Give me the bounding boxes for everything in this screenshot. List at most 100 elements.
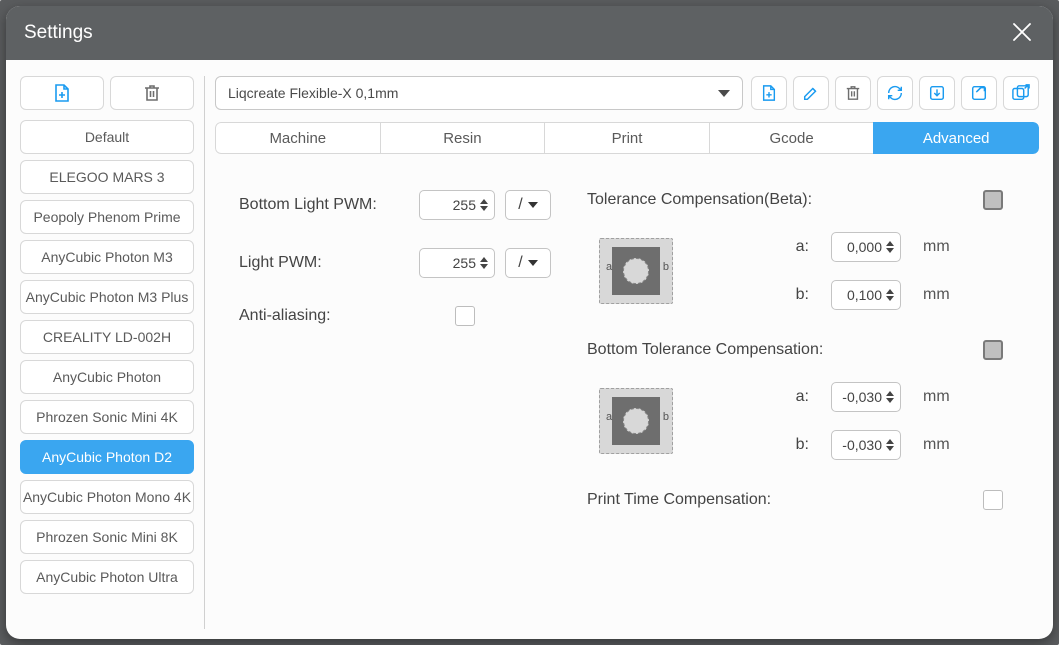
bottom-tolerance-comp-label: Bottom Tolerance Compensation:	[587, 341, 823, 359]
printer-item-peopoly-phenom-prime[interactable]: Peopoly Phenom Prime	[20, 200, 194, 234]
anti-aliasing-label: Anti-aliasing:	[239, 307, 409, 325]
print-time-comp-checkbox[interactable]	[983, 490, 1003, 510]
export-all-button[interactable]	[1003, 76, 1039, 110]
tab-resin[interactable]: Resin	[380, 122, 546, 154]
tol-a-spinner[interactable]: 0,000	[831, 232, 901, 262]
btol-a-spinner[interactable]: -0,030	[831, 382, 901, 412]
tolerance-diagram: ab	[599, 238, 673, 304]
trash-icon	[845, 84, 861, 102]
btol-a-value: -0,030	[832, 389, 886, 405]
body: Default ELEGOO MARS 3 Peopoly Phenom Pri…	[6, 60, 1053, 639]
import-profile-button[interactable]	[919, 76, 955, 110]
arrow-down-icon[interactable]	[480, 264, 488, 269]
trash-icon	[143, 83, 161, 103]
vertical-divider	[204, 76, 205, 629]
window-title: Settings	[24, 22, 93, 44]
arrow-up-icon[interactable]	[886, 289, 894, 294]
title-bar: Settings	[6, 6, 1053, 60]
btol-a-row: a: -0,030 mm	[699, 382, 953, 412]
arrow-up-icon[interactable]	[480, 257, 488, 262]
printer-item-anycubic-photon-ultra[interactable]: AnyCubic Photon Ultra	[20, 560, 194, 594]
printer-item-default[interactable]: Default	[20, 120, 194, 154]
printer-item-anycubic-photon-m3-plus[interactable]: AnyCubic Photon M3 Plus	[20, 280, 194, 314]
tol-a-row: a: 0,000 mm	[699, 232, 953, 262]
bottom-tolerance-comp-header: Bottom Tolerance Compensation:	[587, 340, 1021, 360]
chevron-down-icon	[528, 202, 538, 208]
printer-item-anycubic-photon-mono-4k[interactable]: AnyCubic Photon Mono 4K	[20, 480, 194, 514]
printer-item-phrozen-sonic-mini-4k[interactable]: Phrozen Sonic Mini 4K	[20, 400, 194, 434]
sidebar-action-row	[20, 76, 194, 110]
arrow-down-icon[interactable]	[480, 206, 488, 211]
add-profile-button[interactable]	[751, 76, 787, 110]
close-button[interactable]	[1011, 21, 1035, 45]
printer-item-phrozen-sonic-mini-8k[interactable]: Phrozen Sonic Mini 8K	[20, 520, 194, 554]
bottom-light-pwm-value: 255	[420, 197, 480, 213]
sidebar: Default ELEGOO MARS 3 Peopoly Phenom Pri…	[20, 76, 194, 629]
bottom-light-pwm-spinner[interactable]: 255	[419, 190, 495, 220]
pwm-unit-select[interactable]: /	[505, 248, 551, 278]
arrow-down-icon[interactable]	[886, 296, 894, 301]
btol-b-spinner[interactable]: -0,030	[831, 430, 901, 460]
refresh-icon	[886, 84, 904, 102]
printer-item-anycubic-photon[interactable]: AnyCubic Photon	[20, 360, 194, 394]
profile-row: Liqcreate Flexible-X 0,1mm	[215, 76, 1039, 110]
edit-profile-button[interactable]	[793, 76, 829, 110]
light-pwm-spinner[interactable]: 255	[419, 248, 495, 278]
tab-gcode[interactable]: Gcode	[709, 122, 875, 154]
bottom-tolerance-diagram: ab	[599, 388, 673, 454]
settings-window: Settings Default ELEGOO MARS 3 P	[6, 6, 1053, 639]
tab-advanced[interactable]: Advanced	[873, 122, 1039, 154]
unit-mm-label: mm	[923, 388, 953, 406]
refresh-profile-button[interactable]	[877, 76, 913, 110]
tab-print[interactable]: Print	[544, 122, 710, 154]
slash-label: /	[518, 196, 522, 214]
tol-a-label: a:	[699, 238, 809, 256]
add-printer-button[interactable]	[20, 76, 104, 110]
profile-selected-label: Liqcreate Flexible-X 0,1mm	[228, 85, 398, 101]
bottom-pwm-unit-select[interactable]: /	[505, 190, 551, 220]
tab-machine[interactable]: Machine	[215, 122, 381, 154]
light-pwm-value: 255	[420, 255, 480, 271]
printer-item-anycubic-photon-m3[interactable]: AnyCubic Photon M3	[20, 240, 194, 274]
delete-printer-button[interactable]	[110, 76, 194, 110]
bottom-tolerance-comp-checkbox[interactable]	[983, 340, 1003, 360]
btol-b-row: b: -0,030 mm	[699, 430, 953, 460]
bottom-tolerance-ab-block: ab a: -0,030 mm	[587, 382, 1021, 460]
unit-mm-label: mm	[923, 238, 953, 256]
arrow-up-icon[interactable]	[886, 439, 894, 444]
tol-b-row: b: 0,100 mm	[699, 280, 953, 310]
light-pwm-label: Light PWM:	[239, 254, 409, 272]
printer-item-creality-ld-002h[interactable]: CREALITY LD-002H	[20, 320, 194, 354]
profile-select[interactable]: Liqcreate Flexible-X 0,1mm	[215, 76, 743, 110]
tol-b-spinner[interactable]: 0,100	[831, 280, 901, 310]
btol-b-label: b:	[699, 436, 809, 454]
file-plus-icon	[761, 84, 777, 102]
arrow-down-icon[interactable]	[886, 446, 894, 451]
printer-item-anycubic-photon-d2[interactable]: AnyCubic Photon D2	[20, 440, 194, 474]
import-icon	[928, 84, 946, 102]
arrow-up-icon[interactable]	[480, 199, 488, 204]
slash-label: /	[518, 254, 522, 272]
btol-a-label: a:	[699, 388, 809, 406]
delete-profile-button[interactable]	[835, 76, 871, 110]
tol-a-value: 0,000	[832, 239, 886, 255]
btol-b-value: -0,030	[832, 437, 886, 453]
close-icon	[1011, 21, 1033, 43]
printer-list: Default ELEGOO MARS 3 Peopoly Phenom Pri…	[20, 120, 194, 594]
arrow-down-icon[interactable]	[886, 398, 894, 403]
tabs: Machine Resin Print Gcode Advanced	[215, 122, 1039, 154]
right-column: Tolerance Compensation(Beta): ab	[587, 190, 1021, 510]
printer-item-elegoo-mars-3[interactable]: ELEGOO MARS 3	[20, 160, 194, 194]
file-plus-icon	[53, 83, 71, 103]
anti-aliasing-checkbox[interactable]	[455, 306, 475, 326]
profile-actions	[751, 76, 1039, 110]
arrow-up-icon[interactable]	[886, 241, 894, 246]
main-panel: Liqcreate Flexible-X 0,1mm	[215, 76, 1039, 629]
arrow-up-icon[interactable]	[886, 391, 894, 396]
arrow-down-icon[interactable]	[886, 248, 894, 253]
tolerance-comp-checkbox[interactable]	[983, 190, 1003, 210]
tolerance-comp-label: Tolerance Compensation(Beta):	[587, 191, 812, 209]
export-icon	[970, 84, 988, 102]
chevron-down-icon	[528, 260, 538, 266]
export-profile-button[interactable]	[961, 76, 997, 110]
